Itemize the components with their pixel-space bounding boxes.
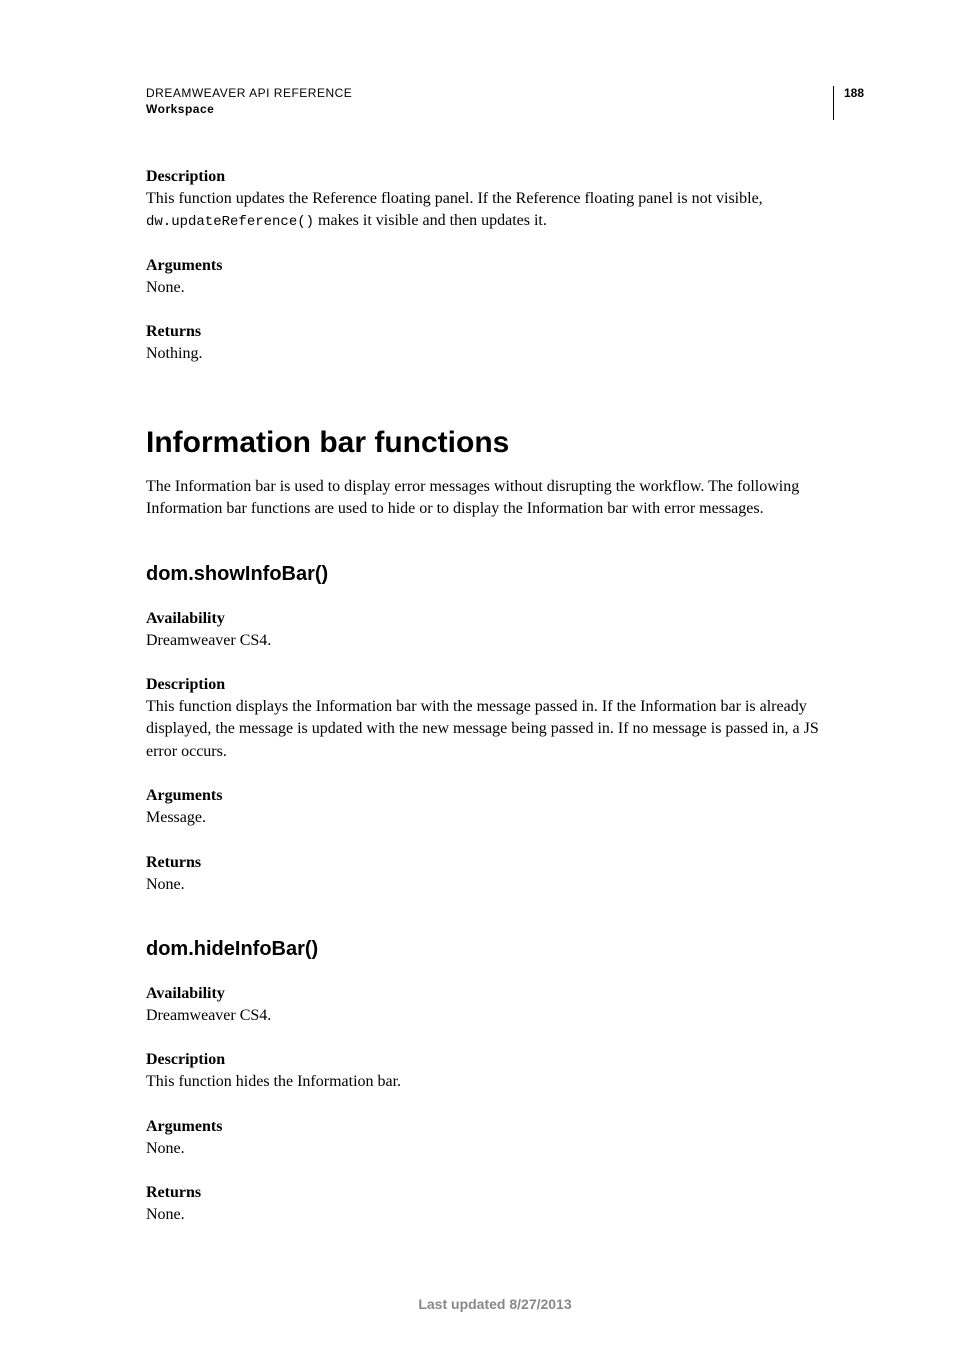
description-label: Description — [146, 1051, 844, 1069]
availability-text: Dreamweaver CS4. — [146, 630, 844, 652]
block-update-reference: Description This function updates the Re… — [146, 168, 844, 366]
page-header: DREAMWEAVER API REFERENCE Workspace 188 — [146, 86, 844, 120]
returns-text: None. — [146, 874, 844, 896]
header-left: DREAMWEAVER API REFERENCE Workspace — [146, 86, 352, 116]
arguments-label: Arguments — [146, 1118, 844, 1136]
arguments-text: Message. — [146, 807, 844, 829]
availability-text: Dreamweaver CS4. — [146, 1005, 844, 1027]
availability-label: Availability — [146, 610, 844, 628]
returns-text: None. — [146, 1204, 844, 1226]
inline-code: dw.updateReference() — [146, 214, 314, 230]
desc-after: makes it visible and then updates it. — [314, 212, 547, 229]
description-text: This function hides the Information bar. — [146, 1071, 844, 1093]
returns-label: Returns — [146, 323, 844, 341]
section-heading: Information bar functions — [146, 426, 844, 460]
doc-section: Workspace — [146, 102, 352, 116]
returns-text: Nothing. — [146, 343, 844, 365]
arguments-label: Arguments — [146, 257, 844, 275]
block-showinfobar: Availability Dreamweaver CS4. Descriptio… — [146, 610, 844, 896]
function-heading-showinfobar: dom.showInfoBar() — [146, 563, 844, 586]
arguments-text: None. — [146, 1138, 844, 1160]
section-intro: The Information bar is used to display e… — [146, 476, 844, 521]
description-text: This function updates the Reference floa… — [146, 188, 844, 233]
description-label: Description — [146, 168, 844, 186]
returns-label: Returns — [146, 854, 844, 872]
page-number: 188 — [833, 86, 864, 120]
doc-title: DREAMWEAVER API REFERENCE — [146, 86, 352, 100]
returns-label: Returns — [146, 1184, 844, 1202]
availability-label: Availability — [146, 985, 844, 1003]
description-text: This function displays the Information b… — [146, 696, 844, 763]
arguments-label: Arguments — [146, 787, 844, 805]
page-footer: Last updated 8/27/2013 — [146, 1296, 844, 1312]
desc-before: This function updates the Reference floa… — [146, 190, 763, 207]
description-label: Description — [146, 676, 844, 694]
arguments-text: None. — [146, 277, 844, 299]
block-hideinfobar: Availability Dreamweaver CS4. Descriptio… — [146, 985, 844, 1227]
page-content: DREAMWEAVER API REFERENCE Workspace 188 … — [0, 0, 954, 1372]
function-heading-hideinfobar: dom.hideInfoBar() — [146, 938, 844, 961]
